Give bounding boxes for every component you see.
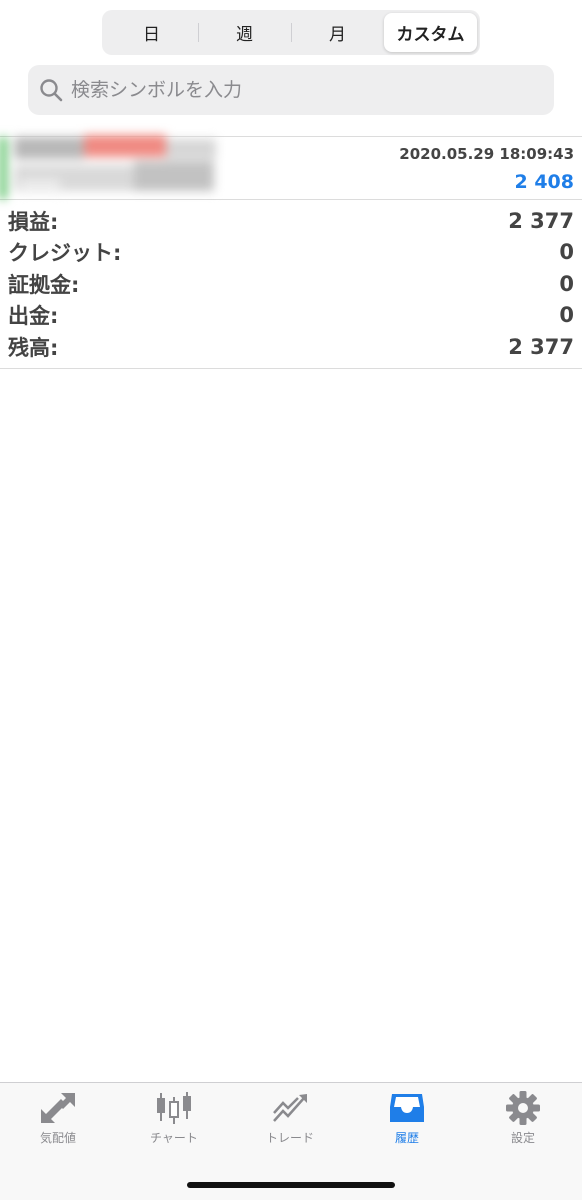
tab-chart[interactable]: チャート (116, 1091, 232, 1146)
gear-icon (506, 1091, 540, 1125)
period-tab-custom-label: カスタム (396, 25, 465, 45)
account-row[interactable]: 2020.05.29 18:09:43 2 408 (0, 135, 582, 200)
history-inbox-icon (390, 1094, 424, 1122)
period-tab-day-label: 日 (143, 25, 160, 45)
period-tab-week-label: 週 (236, 25, 253, 45)
summary-label: 出金: (8, 304, 59, 329)
tab-trade[interactable]: トレード (232, 1091, 348, 1146)
summary-row-balance: 残高: 2 377 (0, 331, 582, 363)
summary-value: 0 (559, 240, 574, 265)
tab-chart-label: チャート (150, 1131, 198, 1145)
summary-divider (0, 368, 582, 369)
period-tab-custom[interactable]: カスタム (384, 13, 477, 52)
summary-label: 証拠金: (8, 272, 80, 297)
tab-settings[interactable]: 設定 (465, 1091, 581, 1146)
period-tab-month-label: 月 (329, 25, 346, 45)
summary-value: 2 377 (508, 208, 574, 233)
summary-row-withdrawal: 出金: 0 (0, 300, 582, 332)
symbol-search-input[interactable] (69, 78, 513, 102)
period-segmented-control: 日 週 月 カスタム (102, 10, 480, 55)
summary-label: 残高: (8, 335, 59, 360)
account-datetime: 2020.05.29 18:09:43 (399, 145, 574, 163)
tab-trade-label: トレード (265, 1131, 314, 1145)
tab-quotes[interactable]: 気配値 (0, 1091, 116, 1146)
account-value: 2 408 (514, 171, 575, 193)
search-icon (40, 79, 63, 102)
tab-quotes-label: 気配値 (39, 1131, 76, 1145)
tab-history[interactable]: 履歴 (349, 1091, 465, 1146)
summary-row-profit: 損益: 2 377 (0, 205, 582, 237)
summary-value: 2 377 (508, 334, 574, 359)
summary-value: 0 (559, 271, 574, 296)
period-tab-week[interactable]: 週 (198, 13, 291, 52)
symbol-search-bar[interactable] (28, 65, 554, 115)
period-tab-day[interactable]: 日 (105, 13, 198, 52)
home-indicator[interactable] (187, 1182, 395, 1188)
quotes-arrows-icon (41, 1093, 75, 1123)
period-tab-month[interactable]: 月 (291, 13, 384, 52)
redacted-account-name (0, 129, 232, 203)
history-summary: 損益: 2 377 クレジット: 0 証拠金: 0 出金: 0 残高: 2 37… (0, 205, 582, 363)
tab-history-label: 履歴 (394, 1131, 419, 1145)
summary-label: 損益: (8, 209, 59, 234)
summary-value: 0 (559, 303, 574, 328)
summary-label: クレジット: (8, 241, 122, 266)
tab-settings-label: 設定 (510, 1131, 535, 1145)
summary-row-credit: クレジット: 0 (0, 237, 582, 269)
summary-row-deposit: 証拠金: 0 (0, 268, 582, 300)
candlestick-chart-icon (157, 1092, 191, 1124)
trade-trend-icon (273, 1094, 307, 1122)
